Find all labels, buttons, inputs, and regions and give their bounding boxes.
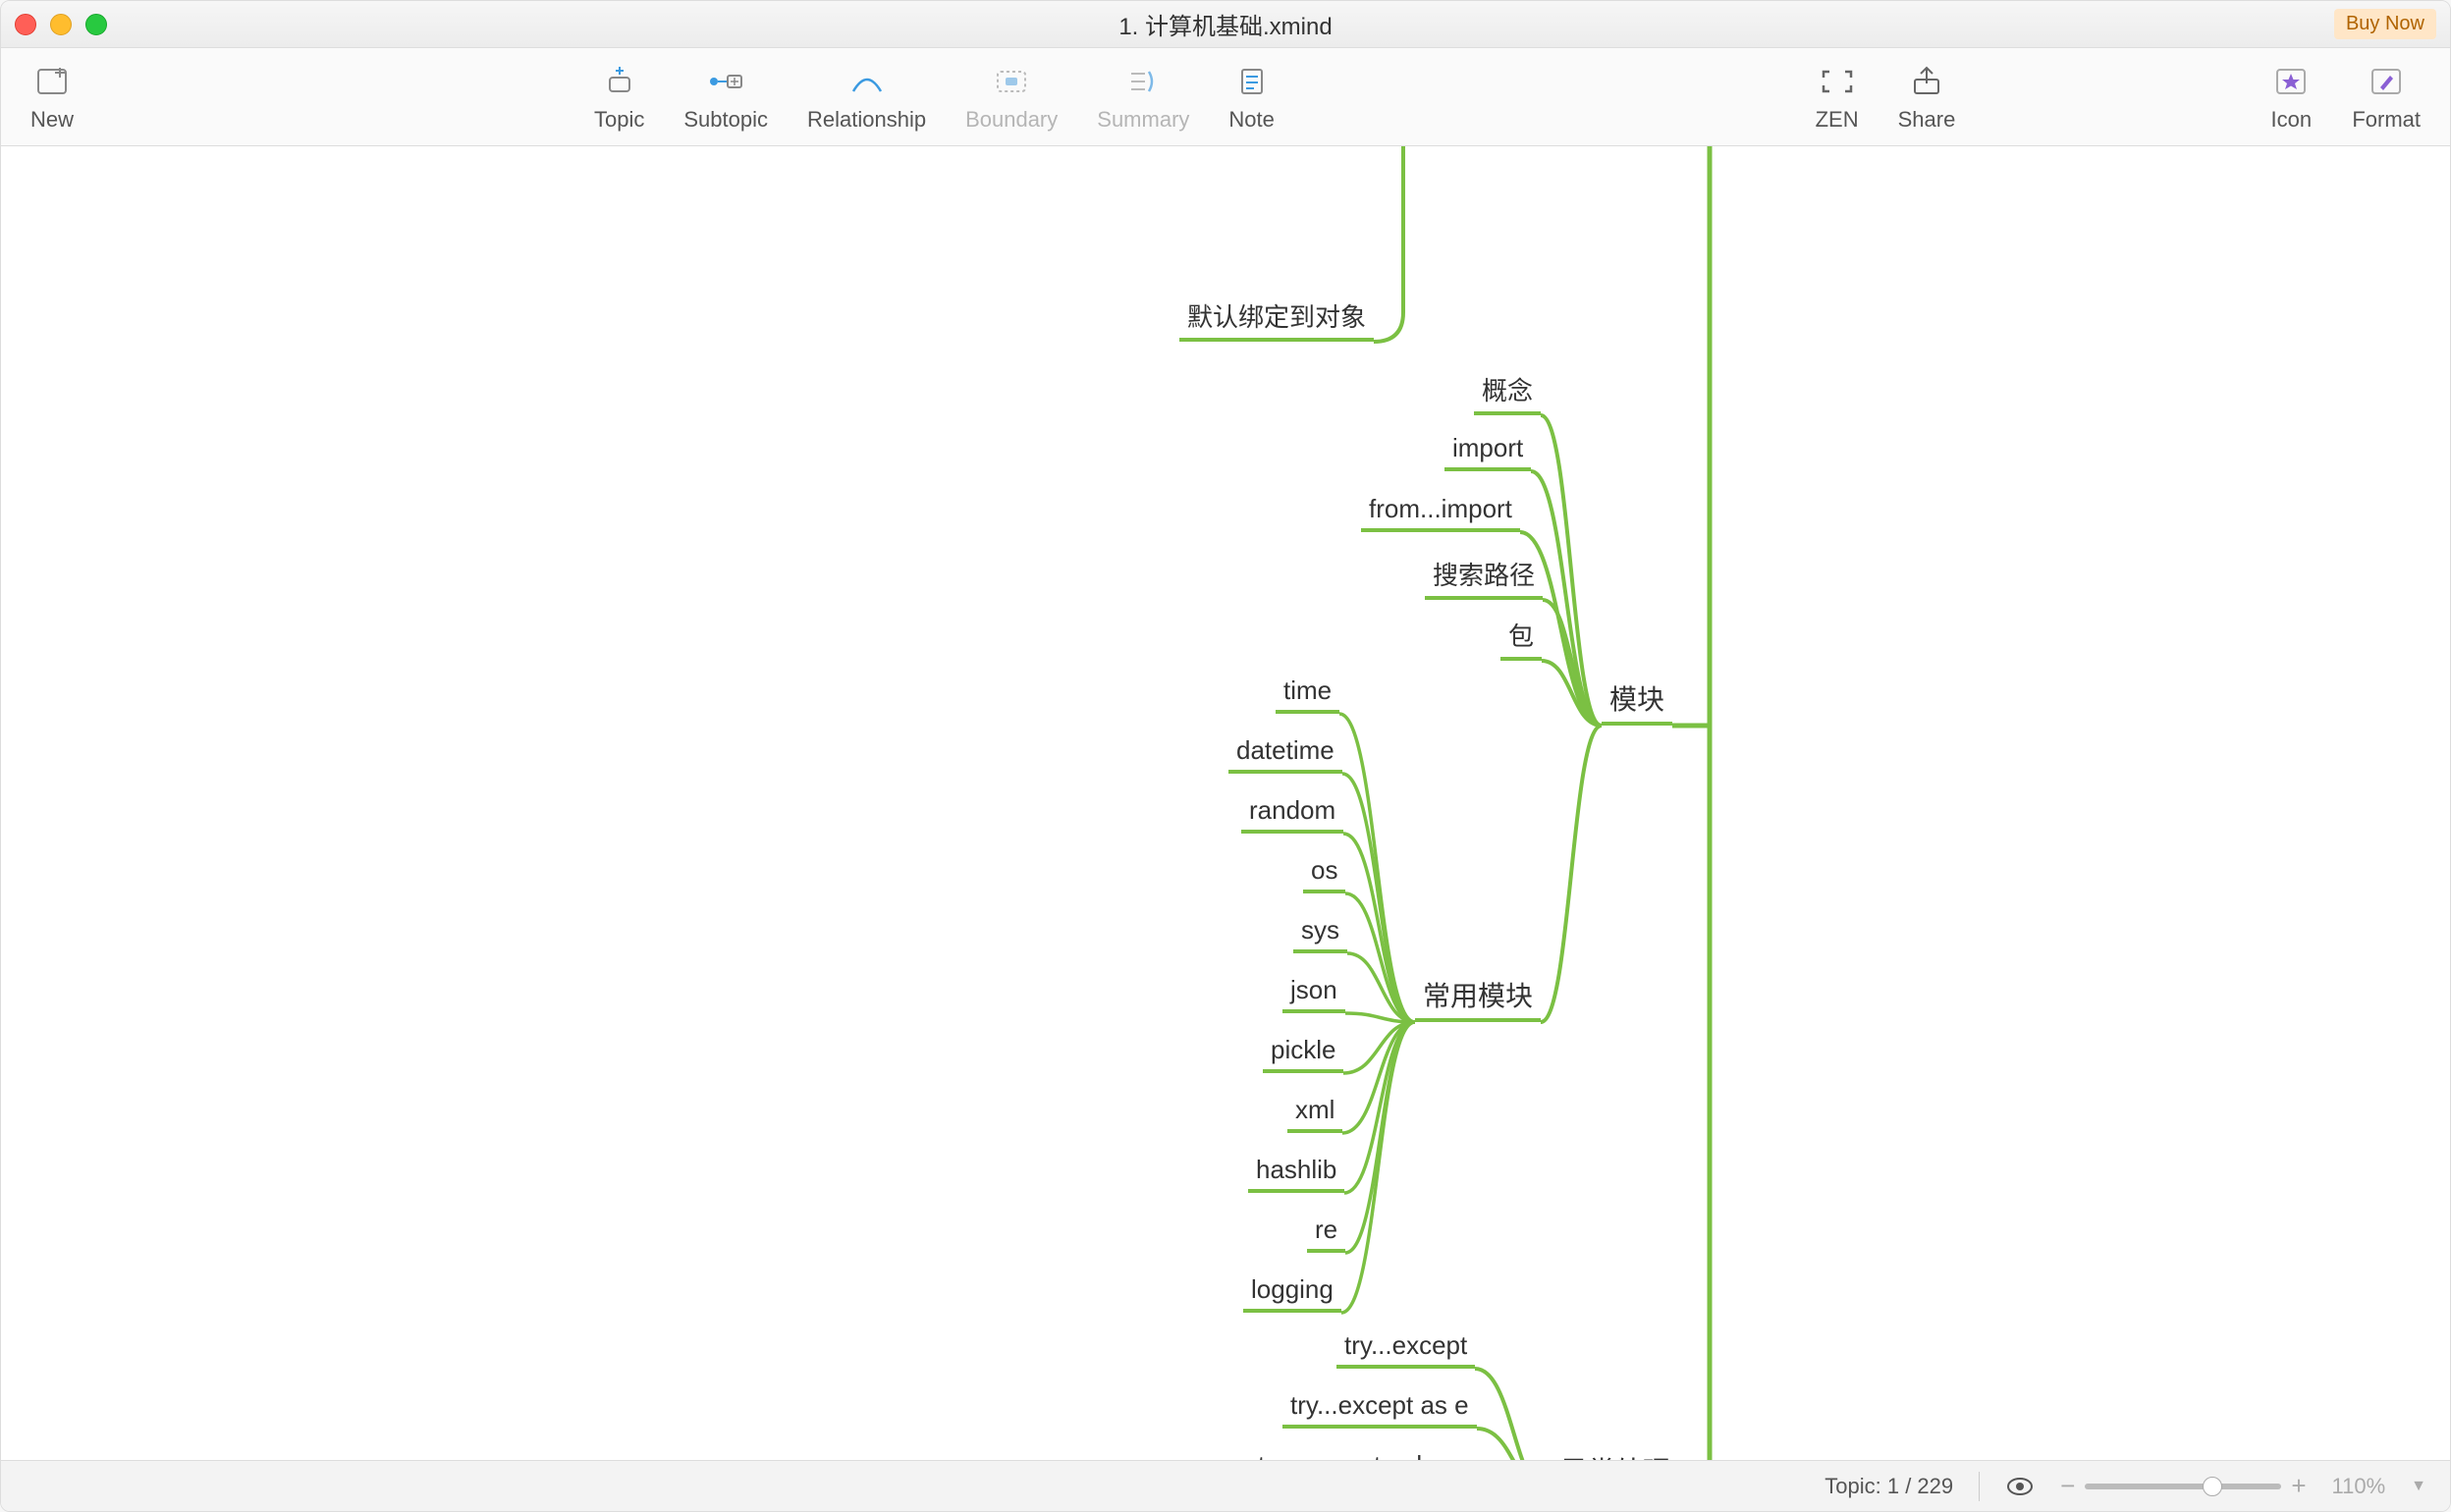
share-icon <box>1905 62 1948 101</box>
app-window: 1. 计算机基础.xmind Buy Now New Topic <box>0 0 2451 1512</box>
new-icon <box>30 62 74 101</box>
topic-node[interactable]: re <box>1307 1211 1345 1253</box>
topic-node[interactable]: 搜索路径 <box>1425 552 1543 600</box>
note-icon <box>1230 62 1274 101</box>
topic-node[interactable]: os <box>1303 851 1345 893</box>
topic-node[interactable]: datetime <box>1228 731 1342 774</box>
topic-node[interactable]: 常用模块 <box>1415 971 1541 1022</box>
toolbar-label: Note <box>1228 107 1274 133</box>
toolbar-group-right1: ZEN Share <box>1816 62 1956 133</box>
topic-node[interactable]: 默认绑定到对象 <box>1179 294 1374 342</box>
toolbar-label: Format <box>2352 107 2421 133</box>
minimize-button[interactable] <box>50 14 72 35</box>
boundary-icon <box>990 62 1033 101</box>
slider-track[interactable] <box>2085 1484 2281 1489</box>
brush-icon <box>2365 62 2408 101</box>
relationship-icon <box>845 62 889 101</box>
zoom-percent[interactable]: 110% <box>2332 1474 2386 1499</box>
topic-node[interactable]: xml <box>1287 1091 1342 1133</box>
maximize-button[interactable] <box>85 14 107 35</box>
boundary-button: Boundary <box>965 62 1058 133</box>
note-button[interactable]: Note <box>1228 62 1274 133</box>
zoom-slider[interactable]: − + <box>2060 1471 2306 1501</box>
topic-node[interactable]: sys <box>1293 911 1347 953</box>
toolbar-group-right2: Icon Format <box>2269 62 2421 133</box>
topic-icon <box>598 62 641 101</box>
zoom-minus[interactable]: − <box>2060 1471 2075 1501</box>
close-button[interactable] <box>15 14 36 35</box>
mindmap-connectors <box>1 146 2450 1460</box>
topic-node[interactable]: random <box>1241 791 1343 834</box>
topic-node[interactable]: json <box>1282 971 1345 1013</box>
topic-node[interactable]: try...except <box>1336 1326 1475 1369</box>
toolbar-group-center: Topic Subtopic Relationship Boundary <box>594 62 1275 133</box>
topic-node[interactable]: import <box>1444 429 1531 471</box>
toolbar-group-left: New <box>30 62 74 133</box>
toolbar-label: Summary <box>1097 107 1189 133</box>
chevron-down-icon[interactable]: ▼ <box>2411 1478 2426 1495</box>
topic-node[interactable]: try...except as e <box>1282 1386 1477 1429</box>
buy-now-button[interactable]: Buy Now <box>2334 9 2436 39</box>
toolbar-label: Subtopic <box>683 107 768 133</box>
slider-thumb[interactable] <box>2203 1477 2222 1496</box>
topic-node[interactable]: 包 <box>1500 613 1542 661</box>
toolbar-label: Boundary <box>965 107 1058 133</box>
topic-node[interactable]: pickle <box>1263 1031 1343 1073</box>
divider <box>1979 1472 1980 1501</box>
topic-node[interactable]: try...except...else... <box>1250 1446 1478 1460</box>
toolbar: New Topic Subtopic Relationship <box>1 48 2450 146</box>
toolbar-label: Relationship <box>807 107 926 133</box>
topic-button[interactable]: Topic <box>594 62 644 133</box>
subtopic-icon <box>704 62 747 101</box>
toolbar-label: New <box>30 107 74 133</box>
topic-node[interactable]: 模块 <box>1602 675 1672 726</box>
summary-icon <box>1121 62 1165 101</box>
icon-button[interactable]: Icon <box>2269 62 2313 133</box>
subtopic-button[interactable]: Subtopic <box>683 62 768 133</box>
zen-icon <box>1816 62 1859 101</box>
new-button[interactable]: New <box>30 62 74 133</box>
zen-button[interactable]: ZEN <box>1816 62 1859 133</box>
topic-counter: Topic: 1 / 229 <box>1825 1474 1953 1499</box>
topic-node[interactable]: logging <box>1243 1270 1341 1313</box>
overview-icon[interactable] <box>2005 1472 2035 1501</box>
star-icon <box>2269 62 2313 101</box>
toolbar-label: Share <box>1898 107 1956 133</box>
topic-node[interactable]: from...import <box>1361 490 1520 532</box>
titlebar: 1. 计算机基础.xmind Buy Now <box>1 1 2450 48</box>
zoom-plus[interactable]: + <box>2291 1471 2306 1501</box>
relationship-button[interactable]: Relationship <box>807 62 926 133</box>
toolbar-label: Topic <box>594 107 644 133</box>
topic-node[interactable]: hashlib <box>1248 1151 1344 1193</box>
traffic-lights <box>15 14 107 35</box>
share-button[interactable]: Share <box>1898 62 1956 133</box>
format-button[interactable]: Format <box>2352 62 2421 133</box>
statusbar: Topic: 1 / 229 − + 110% ▼ <box>1 1460 2450 1511</box>
topic-node[interactable]: time <box>1276 672 1339 714</box>
summary-button: Summary <box>1097 62 1189 133</box>
toolbar-label: ZEN <box>1816 107 1859 133</box>
toolbar-label: Icon <box>2271 107 2313 133</box>
mindmap-canvas[interactable]: 默认绑定到对象模块 概念 import from...import 搜索路径包常用模块 t… <box>1 146 2450 1460</box>
window-title: 1. 计算机基础.xmind <box>1 7 2450 41</box>
topic-node[interactable]: 异常处理 <box>1552 1446 1678 1460</box>
topic-node[interactable]: 概念 <box>1474 367 1541 415</box>
